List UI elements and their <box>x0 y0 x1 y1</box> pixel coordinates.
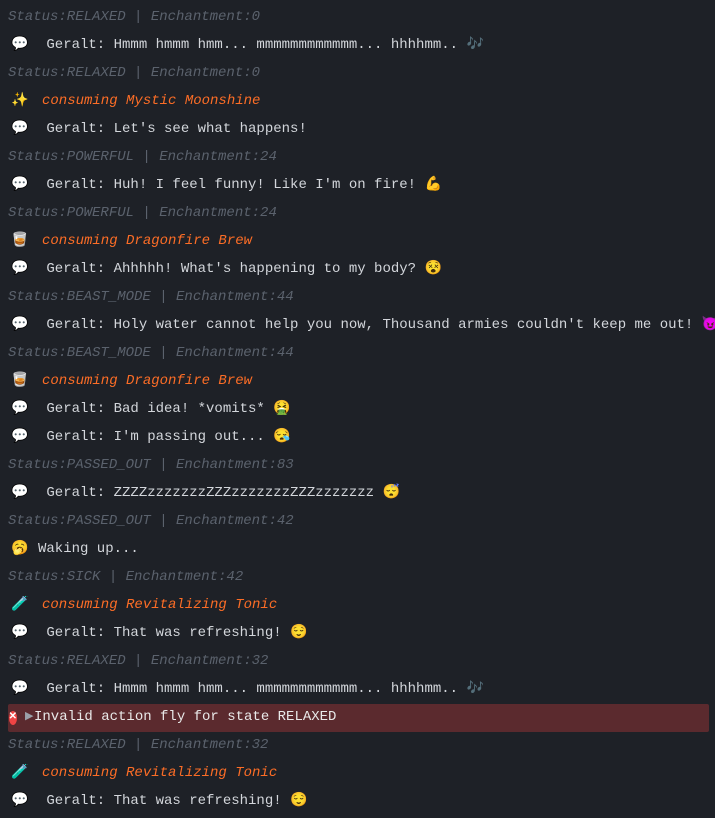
trailing-emoji-icon: 😴 <box>382 485 399 501</box>
potion-icon: 🧪 <box>8 764 32 784</box>
speech-text: Geralt: Let's see what happens! <box>38 121 307 137</box>
speech-line: 💬 Geralt: That was refreshing! 😌 <box>8 788 715 816</box>
trailing-emoji-icon: 🤮 <box>273 401 290 417</box>
trailing-emoji-icon: 😌 <box>290 793 307 809</box>
speech-text: Geralt: Hmmm hmmm hmm... mmmmmmmmmmmm...… <box>38 37 466 53</box>
speech-line: 💬 Geralt: Hmmm hmmm hmm... mmmmmmmmmmmm.… <box>8 676 715 704</box>
consume-line: 🧪 consuming Revitalizing Tonic <box>8 592 715 620</box>
speech-icon: 💬 <box>8 260 32 280</box>
speech-line: 💬 Geralt: Hmmm hmmm hmm... mmmmmmmmmmmm.… <box>8 32 715 60</box>
speech-text: Geralt: Bad idea! *vomits* <box>38 401 273 417</box>
trailing-emoji-icon: 🎶 <box>466 681 483 697</box>
speech-icon: 💬 <box>8 428 32 448</box>
trailing-emoji-icon: 😌 <box>290 625 307 641</box>
consume-text: consuming Revitalizing Tonic <box>42 765 277 781</box>
speech-text: Geralt: Ahhhhh! What's happening to my b… <box>38 261 424 277</box>
speech-line: 💬 Geralt: ZZZZzzzzzzzZZZzzzzzzzZZZzzzzzz… <box>8 480 715 508</box>
speech-text: Geralt: Hmmm hmmm hmm... mmmmmmmmmmmm...… <box>38 681 466 697</box>
console-log: Status:RELAXED | Enchantment:0 💬 Geralt: … <box>0 0 715 818</box>
speech-icon: 💬 <box>8 176 32 196</box>
speech-icon: 💬 <box>8 484 32 504</box>
speech-line: 💬 Geralt: I'm passing out... 😪 <box>8 424 715 452</box>
wake-line: 🥱 Waking up... <box>8 536 715 564</box>
trailing-emoji-icon: 😪 <box>273 429 290 445</box>
trailing-emoji-icon: 😈 <box>702 317 715 333</box>
status-text: Status:POWERFUL | Enchantment:24 <box>8 204 277 224</box>
status-line: Status:SICK | Enchantment:42 <box>8 564 715 592</box>
status-line: Status:PASSED_OUT | Enchantment:83 <box>8 452 715 480</box>
trailing-emoji-icon: 🎶 <box>466 37 483 53</box>
status-text: Status:RELAXED | Enchantment:32 <box>8 736 268 756</box>
error-text: Invalid action fly for state RELAXED <box>32 708 336 728</box>
consume-text: consuming Revitalizing Tonic <box>42 597 277 613</box>
speech-line: 💬 Geralt: Ahhhhh! What's happening to my… <box>8 256 715 284</box>
status-line: Status:RELAXED | Enchantment:32 <box>8 648 715 676</box>
speech-line: 💬 Geralt: Bad idea! *vomits* 🤮 <box>8 396 715 424</box>
trailing-emoji-icon: 💪 <box>424 177 441 193</box>
speech-line: 💬 Geralt: Holy water cannot help you now… <box>8 312 715 340</box>
consume-line: 🧪 consuming Revitalizing Tonic <box>8 760 715 788</box>
potion-icon: ✨ <box>8 92 32 112</box>
speech-icon: 💬 <box>8 792 32 812</box>
speech-icon: 💬 <box>8 316 32 336</box>
status-text: Status:PASSED_OUT | Enchantment:42 <box>8 512 294 532</box>
speech-line: 💬 Geralt: That was refreshing! 😌 <box>8 620 715 648</box>
status-text: Status:POWERFUL | Enchantment:24 <box>8 148 277 168</box>
speech-icon: 💬 <box>8 36 32 56</box>
speech-text: Geralt: ZZZZzzzzzzzZZZzzzzzzzZZZzzzzzzz <box>38 485 382 501</box>
status-text: Status:RELAXED | Enchantment:32 <box>8 652 268 672</box>
speech-icon: 💬 <box>8 400 32 420</box>
status-line: Status:POWERFUL | Enchantment:24 <box>8 200 715 228</box>
speech-text: Geralt: Huh! I feel funny! Like I'm on f… <box>38 177 424 193</box>
status-line: Status:POWERFUL | Enchantment:24 <box>8 144 715 172</box>
speech-line: 💬 Geralt: Let's see what happens! <box>8 116 715 144</box>
status-text: Status:PASSED_OUT | Enchantment:83 <box>8 456 294 476</box>
speech-icon: 💬 <box>8 120 32 140</box>
wake-text: Waking up... <box>38 541 139 557</box>
speech-text: Geralt: I'm passing out... <box>38 429 273 445</box>
speech-icon: 💬 <box>8 680 32 700</box>
status-line: Status:BEAST_MODE | Enchantment:44 <box>8 284 715 312</box>
consume-text: consuming Dragonfire Brew <box>42 373 252 389</box>
potion-icon: 🧪 <box>8 596 32 616</box>
wake-icon: 🥱 <box>8 540 32 560</box>
status-text: Status:BEAST_MODE | Enchantment:44 <box>8 288 294 308</box>
trailing-emoji-icon: 😵 <box>424 261 441 277</box>
error-line[interactable]: ✕▶Invalid action fly for state RELAXED <box>8 704 709 732</box>
potion-icon: 🥃 <box>8 372 32 392</box>
speech-line: 💬 Geralt: Huh! I feel funny! Like I'm on… <box>8 172 715 200</box>
status-text: Status:RELAXED | Enchantment:0 <box>8 8 260 28</box>
status-line: Status:RELAXED | Enchantment:0 <box>8 4 715 32</box>
speech-text: Geralt: That was refreshing! <box>38 793 290 809</box>
status-line: Status:BEAST_MODE | Enchantment:44 <box>8 340 715 368</box>
status-line: Status:RELAXED | Enchantment:0 <box>8 60 715 88</box>
status-line: Status:RELAXED | Enchantment:32 <box>8 732 715 760</box>
status-line: Status:PASSED_OUT | Enchantment:42 <box>8 508 715 536</box>
consume-line: ✨ consuming Mystic Moonshine <box>8 88 715 116</box>
potion-icon: 🥃 <box>8 232 32 252</box>
consume-line: 🥃 consuming Dragonfire Brew <box>8 368 715 396</box>
speech-icon: 💬 <box>8 624 32 644</box>
status-text: Status:BEAST_MODE | Enchantment:44 <box>8 344 294 364</box>
speech-text: Geralt: That was refreshing! <box>38 625 290 641</box>
consume-line: 🥃 consuming Dragonfire Brew <box>8 228 715 256</box>
consume-text: consuming Dragonfire Brew <box>42 233 252 249</box>
consume-text: consuming Mystic Moonshine <box>42 93 260 109</box>
speech-text: Geralt: Holy water cannot help you now, … <box>38 317 702 333</box>
status-text: Status:RELAXED | Enchantment:0 <box>8 64 260 84</box>
status-text: Status:SICK | Enchantment:42 <box>8 568 243 588</box>
error-icon: ✕ <box>9 711 17 725</box>
